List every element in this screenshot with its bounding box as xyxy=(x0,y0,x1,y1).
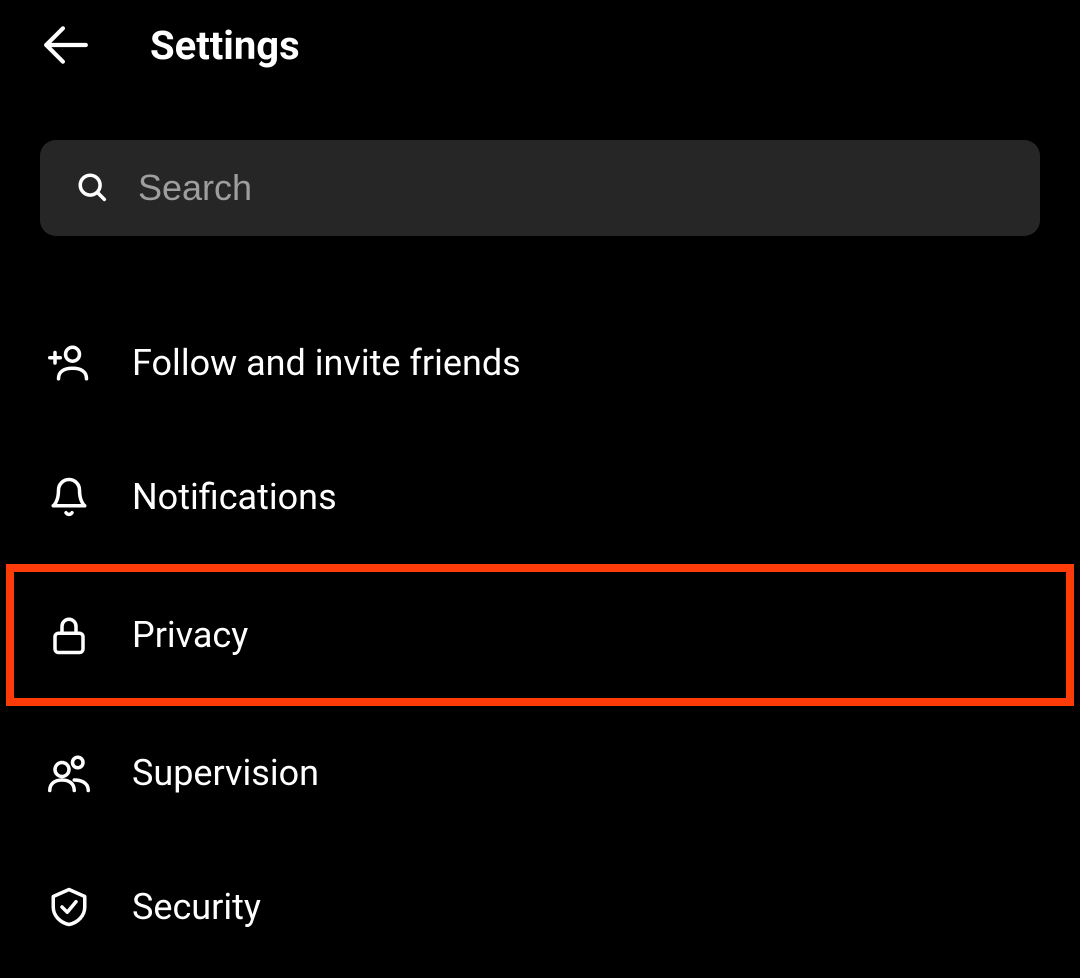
menu-item-label: Security xyxy=(132,886,261,928)
menu-item-privacy[interactable]: Privacy xyxy=(6,564,1074,706)
menu-item-security[interactable]: Security xyxy=(0,840,1080,974)
menu-item-supervision[interactable]: Supervision xyxy=(0,706,1080,840)
arrow-left-icon xyxy=(40,20,90,70)
menu-item-label: Notifications xyxy=(132,476,337,518)
shield-check-icon xyxy=(48,886,90,928)
people-icon xyxy=(48,752,90,794)
menu-item-label: Follow and invite friends xyxy=(132,342,521,384)
page-title: Settings xyxy=(150,22,300,69)
search-input[interactable] xyxy=(138,167,1004,209)
bell-icon xyxy=(48,476,90,518)
search-bar[interactable] xyxy=(40,140,1040,236)
back-button[interactable] xyxy=(40,20,90,70)
lock-icon xyxy=(48,614,90,656)
add-person-icon xyxy=(48,342,90,384)
settings-menu: Follow and invite friends Notifications … xyxy=(0,296,1080,974)
menu-item-notifications[interactable]: Notifications xyxy=(0,430,1080,564)
header: Settings xyxy=(0,0,1080,110)
search-icon xyxy=(76,171,110,205)
menu-item-follow-invite[interactable]: Follow and invite friends xyxy=(0,296,1080,430)
menu-item-label: Privacy xyxy=(132,614,248,656)
menu-item-label: Supervision xyxy=(132,752,319,794)
